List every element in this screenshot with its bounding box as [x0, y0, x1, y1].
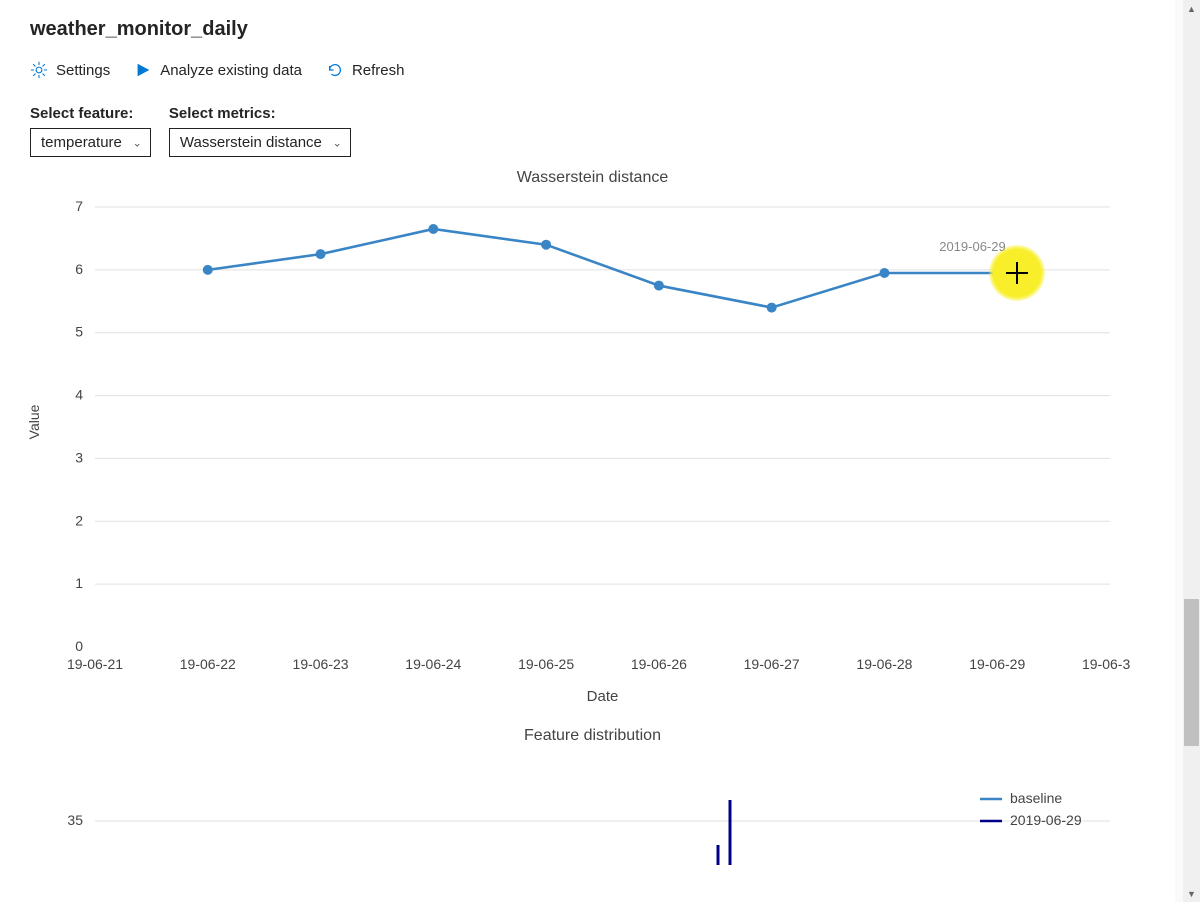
- svg-text:Date: Date: [587, 688, 619, 705]
- svg-text:3: 3: [75, 449, 83, 465]
- chevron-down-icon: ⌄: [133, 136, 142, 149]
- svg-text:35: 35: [67, 812, 83, 828]
- svg-text:19-06-27: 19-06-27: [744, 656, 800, 672]
- settings-button[interactable]: Settings: [30, 61, 110, 79]
- scroll-up-icon[interactable]: ▲: [1183, 0, 1200, 17]
- svg-text:5: 5: [75, 324, 83, 340]
- chart1-hover-label: 2019-06-29: [939, 239, 1006, 254]
- metrics-select-label: Select metrics:: [169, 105, 351, 122]
- refresh-button[interactable]: Refresh: [326, 61, 405, 79]
- svg-text:19-06-25: 19-06-25: [518, 656, 574, 672]
- svg-text:7: 7: [75, 198, 83, 214]
- chevron-down-icon: ⌄: [333, 136, 342, 149]
- analyze-label: Analyze existing data: [160, 62, 302, 79]
- gear-icon: [30, 61, 48, 79]
- svg-text:2: 2: [75, 512, 83, 528]
- feature-select-label: Select feature:: [30, 105, 151, 122]
- metrics-select[interactable]: Wasserstein distance ⌄: [169, 128, 351, 157]
- chart2-plot[interactable]: 35 baseline 2019-06-29: [30, 745, 1130, 865]
- chart1-ylabel: Value: [26, 405, 42, 440]
- svg-text:6: 6: [75, 261, 83, 277]
- svg-text:19-06-22: 19-06-22: [180, 656, 236, 672]
- svg-text:19-06-29: 19-06-29: [969, 656, 1025, 672]
- analyze-button[interactable]: Analyze existing data: [134, 61, 302, 79]
- toolbar: Settings Analyze existing data Refresh: [30, 61, 1155, 79]
- chart2[interactable]: 35 baseline 2019-06-29: [30, 745, 1155, 865]
- refresh-icon: [326, 61, 344, 79]
- svg-text:4: 4: [75, 387, 83, 403]
- chart1[interactable]: Value 1234567019-06-2119-06-2219-06-2319…: [30, 187, 1155, 707]
- chart2-title: Feature distribution: [30, 727, 1155, 745]
- svg-text:1: 1: [75, 575, 83, 591]
- svg-text:19-06-23: 19-06-23: [293, 656, 349, 672]
- page-title: weather_monitor_daily: [30, 18, 1155, 41]
- play-icon: [134, 61, 152, 79]
- svg-text:19-06-30: 19-06-30: [1082, 656, 1130, 672]
- svg-text:19-06-21: 19-06-21: [67, 656, 123, 672]
- chart1-title: Wasserstein distance: [30, 169, 1155, 187]
- scroll-thumb[interactable]: [1184, 599, 1199, 747]
- settings-label: Settings: [56, 62, 110, 79]
- svg-text:19-06-24: 19-06-24: [405, 656, 461, 672]
- svg-text:19-06-28: 19-06-28: [856, 656, 912, 672]
- svg-text:baseline: baseline: [1010, 790, 1062, 806]
- svg-text:19-06-26: 19-06-26: [631, 656, 687, 672]
- inner-scroll-track[interactable]: [1175, 0, 1183, 902]
- svg-text:2019-06-29: 2019-06-29: [1010, 812, 1082, 828]
- feature-select[interactable]: temperature ⌄: [30, 128, 151, 157]
- outer-scrollbar[interactable]: ▲ ▼: [1183, 0, 1200, 902]
- scroll-track[interactable]: [1183, 17, 1200, 885]
- refresh-label: Refresh: [352, 62, 405, 79]
- svg-text:0: 0: [75, 638, 83, 654]
- feature-select-value: temperature: [41, 134, 122, 151]
- scroll-down-icon[interactable]: ▼: [1183, 885, 1200, 902]
- metrics-select-value: Wasserstein distance: [180, 134, 322, 151]
- chart1-plot[interactable]: 1 2 3 4 5 6 7 0 19-06-21 19-06-22 19-06-23 19-06-24…: [30, 187, 1130, 707]
